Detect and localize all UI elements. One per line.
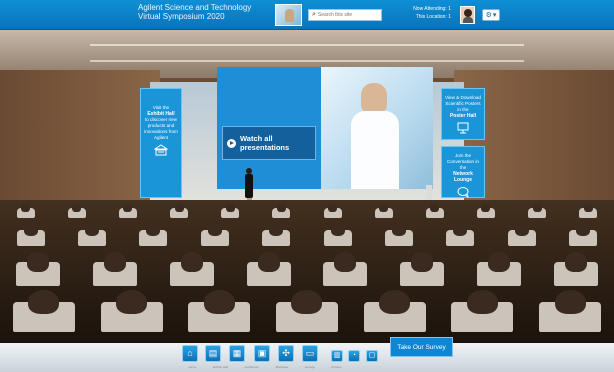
- audience-seating: [0, 200, 614, 345]
- seat: [169, 252, 214, 286]
- event-title: Agilent Science and Technology Virtual S…: [138, 3, 251, 21]
- seat: [476, 204, 495, 218]
- seat-row: [0, 223, 614, 246]
- exhibit-panel-line2: to discover new products and innovations…: [144, 117, 178, 140]
- presentation-board-icon: [456, 122, 470, 134]
- chat-button[interactable]: ▭: [302, 345, 318, 362]
- small-trash-button[interactable]: ▢: [366, 350, 378, 362]
- seat: [579, 204, 598, 218]
- this-location-label: This Location: 1: [415, 14, 451, 20]
- seat: [275, 290, 338, 332]
- seat: [451, 290, 514, 332]
- seat: [139, 223, 168, 246]
- seat: [200, 223, 229, 246]
- exhibit-hall-panel[interactable]: Visit the Exhibit Hall to discover new p…: [140, 88, 182, 198]
- seat: [16, 223, 45, 246]
- network-lounge-panel[interactable]: Join the Conversation in the Network Lou…: [441, 146, 485, 199]
- seat: [425, 204, 444, 218]
- poster-panel-title: Poster Hall: [449, 113, 477, 119]
- seat: [16, 204, 35, 218]
- survey-button-label: Take Our Survey: [397, 343, 446, 351]
- seat: [170, 204, 189, 218]
- seat-row: [0, 204, 614, 218]
- documents-button[interactable]: ▦: [229, 345, 245, 362]
- seat: [363, 290, 426, 332]
- event-thumbnail-image[interactable]: [275, 4, 302, 26]
- seat: [323, 204, 342, 218]
- seat: [323, 223, 352, 246]
- seat-row: [0, 252, 614, 286]
- top-header-bar: Agilent Science and Technology Virtual S…: [0, 0, 614, 30]
- seat: [528, 204, 547, 218]
- dock-label: Posters: [331, 365, 342, 369]
- seat: [476, 252, 521, 286]
- exhibit-hall-button[interactable]: ▤: [205, 345, 221, 362]
- seat: [272, 204, 291, 218]
- seat: [323, 252, 368, 286]
- dock-labels: Home Exhibit Hall Auditorium Briefcase Loung…: [180, 365, 350, 369]
- lounge-panel-title: Network Lounge: [453, 171, 473, 183]
- seat: [400, 252, 445, 286]
- seat: [262, 223, 291, 246]
- event-title-line2: Virtual Symposium 2020: [138, 12, 225, 21]
- briefcase-button[interactable]: ▣: [254, 345, 270, 362]
- search-input[interactable]: [317, 12, 378, 18]
- watch-button-label: Watch all presentations: [240, 134, 290, 152]
- seat: [100, 290, 163, 332]
- seat: [16, 252, 61, 286]
- seat: [507, 223, 536, 246]
- search-box[interactable]: ⌕: [308, 9, 382, 21]
- seat: [385, 223, 414, 246]
- settings-menu-button[interactable]: ⚙ ▾: [482, 9, 500, 21]
- user-avatar[interactable]: [460, 6, 475, 24]
- seat: [93, 252, 138, 286]
- play-icon: [227, 138, 236, 148]
- seat: [118, 204, 137, 218]
- dock-label: Briefcase: [275, 365, 289, 369]
- seat: [569, 223, 598, 246]
- event-title-line1: Agilent Science and Technology: [138, 3, 252, 12]
- network-button[interactable]: ✣: [278, 345, 294, 362]
- scientist-photo: [321, 67, 433, 189]
- seat: [374, 204, 393, 218]
- seat: [539, 290, 602, 332]
- seat: [67, 204, 86, 218]
- dock-label: Auditorium: [244, 365, 259, 369]
- dock-label: Lounge: [304, 365, 315, 369]
- building-icon: [153, 144, 169, 156]
- seat: [446, 223, 475, 246]
- seat-row: [0, 290, 614, 332]
- seat: [12, 290, 75, 332]
- small-chat-button[interactable]: ◔: [348, 350, 360, 362]
- seat: [78, 223, 107, 246]
- seat: [221, 204, 240, 218]
- dock-label: Home: [188, 365, 197, 369]
- lounge-panel-line1: Join the Conversation in the: [447, 153, 479, 170]
- attendance-info: Now Attending: 1 This Location: 1: [413, 5, 451, 21]
- search-icon: ⌕: [312, 11, 316, 18]
- watch-all-presentations-button[interactable]: Watch all presentations: [222, 126, 316, 160]
- gear-icon: ⚙: [485, 11, 492, 19]
- seat: [553, 252, 598, 286]
- home-button[interactable]: ⌂: [182, 345, 198, 362]
- small-doc-button[interactable]: ▥: [331, 350, 343, 362]
- poster-hall-panel[interactable]: View & Download Scientific Posters in th…: [441, 88, 485, 140]
- dock-label: Exhibit Hall: [212, 365, 228, 369]
- now-attending-label: Now Attending: 1: [413, 6, 451, 12]
- chat-bubble-icon: [456, 186, 470, 199]
- poster-panel-line1: View & Download Scientific Posters in th…: [445, 95, 481, 112]
- seat: [188, 290, 251, 332]
- chevron-down-icon: ▾: [492, 11, 497, 19]
- seat: [246, 252, 291, 286]
- take-survey-button[interactable]: Take Our Survey: [390, 337, 453, 357]
